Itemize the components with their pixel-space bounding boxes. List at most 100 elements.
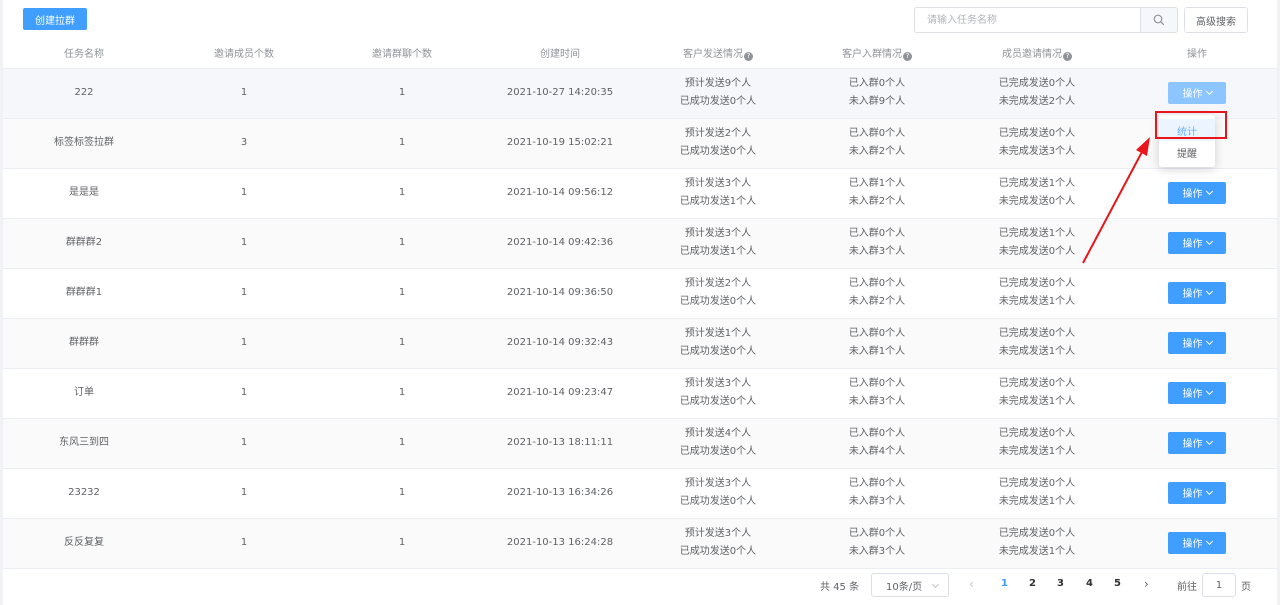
not-joined: 未入群3个人	[848, 396, 906, 407]
row-actions-label: 操作	[1182, 239, 1203, 251]
cell-customer-send: 预计发送9个人 已成功发送0个人	[639, 68, 797, 119]
cell-created-time: 2021-10-13 18:11:11	[481, 418, 639, 469]
cell-group-count: 1	[323, 268, 481, 319]
row-actions-label: 操作	[1182, 539, 1203, 551]
row-actions-button[interactable]: 操作	[1168, 281, 1226, 304]
cell-created-time: 2021-10-14 09:42:36	[481, 218, 639, 269]
chevron-down-icon	[1205, 387, 1213, 395]
not-joined: 未入群9个人	[848, 96, 906, 107]
cell-actions: 操作	[1117, 318, 1277, 369]
cell-task-name: 是是是	[3, 168, 165, 219]
row-actions-button[interactable]: 操作	[1168, 81, 1226, 104]
row-actions-button[interactable]: 操作	[1168, 481, 1226, 504]
next-page-button[interactable]: ›	[1144, 577, 1149, 591]
cell-created-time: 2021-10-14 09:32:43	[481, 318, 639, 369]
table-row: 标签标签拉群 3 1 2021-10-19 15:02:21 预计发送2个人 已成功发送0…	[3, 118, 1277, 169]
cell-group-count: 1	[323, 368, 481, 419]
chevron-down-icon	[1205, 437, 1213, 445]
cell-member-count: 1	[165, 68, 323, 119]
cell-task-name: 群群群1	[3, 268, 165, 319]
not-joined: 未入群2个人	[848, 296, 906, 307]
row-actions-button[interactable]: 操作	[1168, 381, 1226, 404]
pagination: 共 45 条 10条/页 ‹ 1 2 3 4 5 › 前往 1 页	[3, 568, 1277, 605]
cell-customer-send: 预计发送3个人 已成功发送0个人	[639, 368, 797, 419]
create-group-button[interactable]: 创建拉群	[23, 8, 87, 30]
task-name-search-input[interactable]	[915, 8, 1140, 32]
question-icon[interactable]: ?	[1063, 51, 1072, 61]
dropdown-item-statistics[interactable]: 统计	[1159, 119, 1215, 141]
cell-member-count: 1	[165, 168, 323, 219]
question-icon[interactable]: ?	[744, 51, 753, 61]
page-size-select[interactable]: 10条/页	[871, 573, 949, 597]
pagination-total: 共 45 条	[820, 582, 860, 593]
prev-page-button[interactable]: ‹	[969, 577, 974, 591]
invite-pending: 未完成发送1个人	[998, 296, 1076, 307]
cell-customer-send: 预计发送3个人 已成功发送1个人	[639, 218, 797, 269]
cell-actions: 操作	[1117, 518, 1277, 569]
send-expected: 预计发送2个人	[684, 128, 752, 139]
cell-actions: 操作	[1117, 468, 1277, 519]
row-actions-button[interactable]: 操作	[1168, 181, 1226, 204]
table-row: 订单 1 1 2021-10-14 09:23:47 预计发送3个人 已成功发送0个人 已入…	[3, 368, 1277, 419]
search-button[interactable]	[1140, 8, 1177, 32]
search-icon	[1153, 14, 1165, 26]
cell-created-time: 2021-10-13 16:24:28	[481, 518, 639, 569]
cell-member-invite: 已完成发送0个人 未完成发送1个人	[957, 518, 1117, 569]
advanced-search-button[interactable]: 高级搜索	[1184, 7, 1248, 33]
toolbar: 创建拉群 高级搜索	[3, 0, 1277, 38]
cell-member-count: 1	[165, 418, 323, 469]
joined: 已入群0个人	[848, 278, 906, 289]
invite-done: 已完成发送0个人	[998, 128, 1076, 139]
row-actions-button[interactable]: 操作	[1168, 431, 1226, 454]
goto-page-input[interactable]: 1	[1202, 573, 1236, 597]
cell-actions: 操作	[1117, 368, 1277, 419]
table-row: 是是是 1 1 2021-10-14 09:56:12 预计发送3个人 已成功发送1个人已…	[3, 168, 1277, 219]
table-row: 23232 1 1 2021-10-13 16:34:26 预计发送3个人 已成功发送0个…	[3, 468, 1277, 519]
page-5[interactable]: 5	[1114, 578, 1121, 589]
dropdown-item-remind[interactable]: 提醒	[1159, 141, 1215, 163]
chevron-down-icon	[1205, 537, 1213, 545]
page-1[interactable]: 1	[1001, 578, 1008, 589]
cell-customer-join: 已入群0个人 未入群2个人	[797, 118, 957, 169]
joined: 已入群0个人	[848, 528, 906, 539]
invite-pending: 未完成发送2个人	[998, 96, 1076, 107]
joined: 已入群0个人	[848, 128, 906, 139]
actions-dropdown-menu: 统计 提醒	[1159, 115, 1215, 167]
cell-member-invite: 已完成发送1个人 未完成发送0个人	[957, 218, 1117, 269]
chevron-down-icon	[1205, 87, 1213, 95]
cell-member-invite: 已完成发送0个人 未完成发送2个人	[957, 68, 1117, 119]
joined: 已入群0个人	[848, 228, 906, 239]
row-actions-button[interactable]: 操作	[1168, 531, 1226, 554]
cell-task-name: 反反复复	[3, 518, 165, 569]
col-header-customer-join: 客户入群情况?	[797, 38, 957, 69]
chevron-down-icon	[1205, 237, 1213, 245]
row-actions-button[interactable]: 操作	[1168, 231, 1226, 254]
send-expected: 预计发送9个人	[684, 78, 752, 89]
chevron-down-icon	[1205, 287, 1213, 295]
cell-task-name: 222	[3, 68, 165, 119]
question-icon[interactable]: ?	[903, 51, 912, 61]
col-header-group-count: 邀请群聊个数	[323, 38, 481, 69]
task-panel: 创建拉群 高级搜索 任务名称 邀请成员个数 邀请群聊个数 创建时间 客户发送情况…	[3, 0, 1277, 605]
send-success: 已成功发送0个人	[679, 446, 757, 457]
invite-done: 已完成发送0个人	[998, 378, 1076, 389]
cell-actions: 操作	[1117, 68, 1277, 119]
page-2[interactable]: 2	[1029, 578, 1036, 589]
col-header-label: 客户入群情况	[842, 48, 902, 60]
page-4[interactable]: 4	[1086, 578, 1093, 589]
cell-member-invite: 已完成发送0个人 未完成发送1个人	[957, 368, 1117, 419]
not-joined: 未入群4个人	[848, 446, 906, 457]
col-header-member-invite: 成员邀请情况?	[957, 38, 1117, 69]
cell-customer-join: 已入群1个人 未入群2个人	[797, 168, 957, 219]
cell-customer-join: 已入群0个人 未入群9个人	[797, 68, 957, 119]
chevron-down-icon	[1205, 187, 1213, 195]
send-success: 已成功发送1个人	[679, 196, 757, 207]
table-row: 东风三到四 1 1 2021-10-13 18:11:11 预计发送4个人 已成功发送0个…	[3, 418, 1277, 469]
cell-customer-send: 预计发送2个人 已成功发送0个人	[639, 118, 797, 169]
page-3[interactable]: 3	[1057, 578, 1064, 589]
send-expected: 预计发送3个人	[684, 228, 752, 239]
cell-created-time: 2021-10-14 09:23:47	[481, 368, 639, 419]
row-actions-button[interactable]: 操作	[1168, 331, 1226, 354]
table-row: 群群群2 1 1 2021-10-14 09:42:36 预计发送3个人 已成功发送1个人…	[3, 218, 1277, 269]
cell-task-name: 23232	[3, 468, 165, 519]
